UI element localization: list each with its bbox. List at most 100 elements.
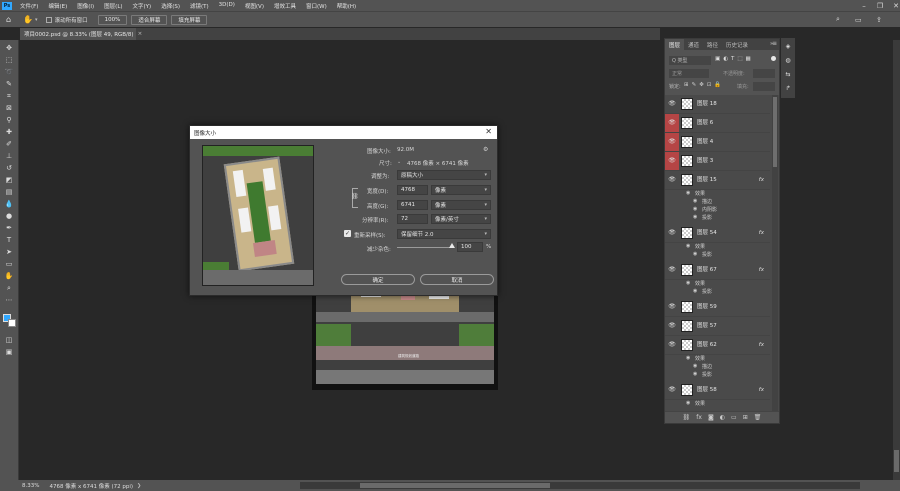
menu-item[interactable]: 3D(D) xyxy=(214,2,240,10)
visibility-eye-icon[interactable]: 👁 xyxy=(665,133,679,151)
height-input[interactable]: 6741 xyxy=(397,200,428,210)
layer-row[interactable]: 👁 图层 59 xyxy=(665,298,770,317)
blend-mode-select[interactable]: 正常 xyxy=(669,69,709,78)
status-zoom[interactable]: 8.33% xyxy=(22,483,39,489)
effect-visibility-icon[interactable]: ◉ xyxy=(693,251,697,257)
eyedropper-tool-icon[interactable]: ⚲ xyxy=(3,115,15,125)
zoom-tool-icon[interactable]: ⌕ xyxy=(3,283,15,293)
layer-effect-row[interactable]: ◉ 投影 xyxy=(665,371,770,379)
link-layers-icon[interactable]: ⛓ xyxy=(683,414,691,421)
effect-visibility-icon[interactable]: ◉ xyxy=(686,243,690,249)
eraser-tool-icon[interactable]: ◩ xyxy=(3,175,15,185)
visibility-eye-icon[interactable]: 👁 xyxy=(665,114,679,132)
layer-row[interactable]: 👁 图层 67 fx xyxy=(665,261,770,280)
layer-row[interactable]: 👁 图层 15 fx xyxy=(665,171,770,190)
layers-panel-icon[interactable]: ◈ xyxy=(783,42,793,52)
layer-effect-row[interactable]: ◉ 描边 xyxy=(665,198,770,206)
horizontal-scroll-thumb[interactable] xyxy=(360,483,550,488)
resolution-input[interactable]: 72 xyxy=(397,214,428,224)
layer-effects-icon[interactable]: fx xyxy=(759,224,764,242)
layer-effect-row[interactable]: ◉ 内阴影 xyxy=(665,206,770,214)
crop-tool-icon[interactable]: ⌗ xyxy=(3,91,15,101)
layer-effects-icon[interactable]: fx xyxy=(759,381,764,399)
layer-effects-icon[interactable]: fx xyxy=(759,261,764,279)
layer-row[interactable]: 👁 图层 3 xyxy=(665,152,770,171)
adjustment-layer-icon[interactable]: ◐ xyxy=(720,414,725,421)
effect-visibility-icon[interactable]: ◉ xyxy=(693,363,697,369)
tab-close-icon[interactable]: × xyxy=(138,31,143,37)
document-tab[interactable]: 项目0002.psd @ 8.33% (图层 49, RGB/8) × xyxy=(20,28,142,40)
home-icon[interactable]: ⌂ xyxy=(6,15,11,24)
filter-icons[interactable]: ▣◐T⬚▦ xyxy=(715,56,754,62)
visibility-eye-icon[interactable]: 👁 xyxy=(665,298,679,316)
effect-visibility-icon[interactable]: ◉ xyxy=(686,355,690,361)
fit-to-select[interactable]: 原稿大小 ▾ xyxy=(397,170,491,180)
menu-item[interactable]: 图层(L) xyxy=(99,2,127,10)
type-tool-icon[interactable]: T xyxy=(3,235,15,245)
menu-item[interactable]: 滤镜(T) xyxy=(185,2,214,10)
layer-effect-row[interactable]: ◉ 效果 xyxy=(665,400,770,408)
document-canvas[interactable]: 建筑规划道路 xyxy=(312,284,498,390)
new-group-icon[interactable]: ▭ xyxy=(731,414,737,421)
dimensions-chevron-icon[interactable]: ⌄ xyxy=(397,159,401,165)
background-color-swatch[interactable] xyxy=(8,319,16,327)
pen-tool-icon[interactable]: ✒ xyxy=(3,223,15,233)
layer-effect-row[interactable]: ◉ 投影 xyxy=(665,251,770,259)
effect-visibility-icon[interactable]: ◉ xyxy=(693,371,697,377)
width-input[interactable]: 4768 xyxy=(397,185,428,195)
vertical-scroll-thumb[interactable] xyxy=(894,450,899,472)
layer-effect-row[interactable]: ◉ 投影 xyxy=(665,214,770,222)
noise-input[interactable]: 100 xyxy=(457,242,483,252)
layer-row[interactable]: 👁 图层 62 fx xyxy=(665,336,770,355)
opacity-input[interactable] xyxy=(753,69,775,78)
height-unit-select[interactable]: 像素 ▾ xyxy=(431,200,491,210)
paths-panel-icon[interactable]: ↱ xyxy=(783,84,793,94)
noise-slider-track[interactable] xyxy=(397,247,453,248)
effect-visibility-icon[interactable]: ◉ xyxy=(686,190,690,196)
layer-effect-row[interactable]: ◉ 效果 xyxy=(665,190,770,198)
visibility-eye-icon[interactable]: 👁 xyxy=(665,261,679,279)
layer-effect-row[interactable]: ◉ 效果 xyxy=(665,280,770,288)
layer-row[interactable]: 👁 图层 58 fx xyxy=(665,381,770,400)
scroll-all-windows-checkbox[interactable]: 滚动所有窗口 xyxy=(45,16,88,24)
layer-kind-filter[interactable]: Q 类型 xyxy=(669,56,711,65)
image-preview[interactable] xyxy=(202,145,314,286)
resample-checkbox[interactable]: ✓ xyxy=(344,230,351,237)
layer-effect-row[interactable]: ◉ 描边 xyxy=(665,363,770,371)
blur-tool-icon[interactable]: 💧 xyxy=(3,199,15,209)
lasso-tool-icon[interactable]: ➰ xyxy=(3,67,15,77)
more-tools-icon[interactable]: ⋯ xyxy=(3,295,15,305)
history-brush-tool-icon[interactable]: ↺ xyxy=(3,163,15,173)
resolution-unit-select[interactable]: 像素/英寸 ▾ xyxy=(431,214,491,224)
cancel-button[interactable]: 取消 xyxy=(420,274,494,285)
visibility-eye-icon[interactable]: 👁 xyxy=(665,171,679,189)
adjustments-panel-icon[interactable]: ◍ xyxy=(783,56,793,66)
path-select-tool-icon[interactable]: ➤ xyxy=(3,247,15,257)
effect-visibility-icon[interactable]: ◉ xyxy=(686,400,690,406)
gear-icon[interactable]: ⚙ xyxy=(483,146,488,153)
stamp-tool-icon[interactable]: ⊥ xyxy=(3,151,15,161)
layer-row[interactable]: 👁 图层 54 fx xyxy=(665,224,770,243)
layers-scroll-thumb[interactable] xyxy=(773,97,777,167)
marquee-tool-icon[interactable]: ⬚ xyxy=(3,55,15,65)
hand-tool-icon[interactable]: ✋ xyxy=(3,271,15,281)
visibility-eye-icon[interactable]: 👁 xyxy=(665,381,679,399)
menu-item[interactable]: 文字(Y) xyxy=(128,2,157,10)
screen-mode-icon[interactable]: ▣ xyxy=(3,347,15,357)
layer-style-icon[interactable]: fx xyxy=(696,414,702,421)
menu-item[interactable]: 帮助(H) xyxy=(332,2,361,10)
panel-tab[interactable]: 路径 xyxy=(703,39,722,50)
properties-panel-icon[interactable]: ⇆ xyxy=(783,70,793,80)
visibility-eye-icon[interactable]: 👁 xyxy=(665,224,679,242)
link-icon[interactable]: ⛓ xyxy=(351,193,359,200)
zoom-100-button[interactable]: 100% xyxy=(97,14,128,25)
menu-item[interactable]: 文件(F) xyxy=(15,2,43,10)
visibility-eye-icon[interactable]: 👁 xyxy=(665,95,679,113)
fill-input[interactable] xyxy=(753,82,775,91)
rectangle-tool-icon[interactable]: ▭ xyxy=(3,259,15,269)
menu-item[interactable]: 视图(V) xyxy=(240,2,269,10)
layer-effect-row[interactable]: ◉ 投影 xyxy=(665,288,770,296)
photoshop-logo-icon[interactable]: Ps xyxy=(2,1,12,10)
chevron-down-icon[interactable]: ▾ xyxy=(35,17,38,23)
layers-scrollbar[interactable] xyxy=(772,95,778,411)
